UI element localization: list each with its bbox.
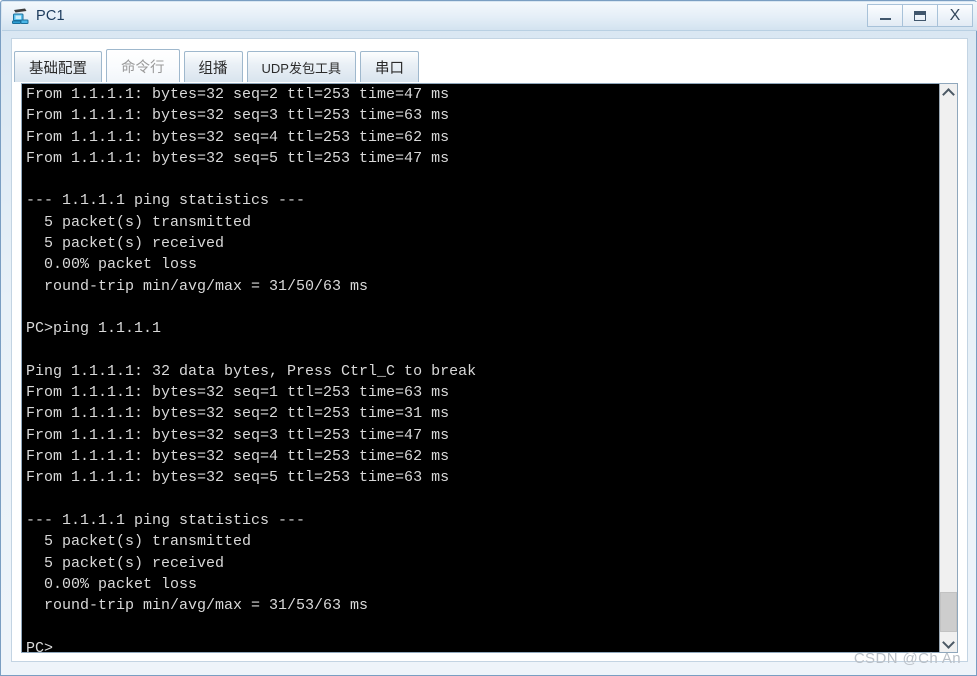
terminal-line: round-trip min/avg/max = 31/50/63 ms — [26, 277, 369, 295]
terminal-line: --- 1.1.1.1 ping statistics --- — [26, 511, 306, 529]
tab-udp-tool[interactable]: UDP发包工具 — [246, 51, 356, 82]
terminal-line: PC> — [26, 639, 54, 652]
tab-command-line[interactable]: 命令行 — [106, 49, 180, 82]
minimize-button[interactable] — [867, 4, 903, 27]
terminal-line: From 1.1.1.1: bytes=32 seq=5 ttl=253 tim… — [26, 469, 450, 487]
minimize-icon — [879, 17, 891, 20]
terminal-line: 0.00% packet loss — [26, 256, 198, 274]
window-controls: X — [867, 4, 973, 27]
terminal-line: --- 1.1.1.1 ping statistics --- — [26, 192, 306, 210]
terminal-line: From 1.1.1.1: bytes=32 seq=2 ttl=253 tim… — [26, 86, 450, 103]
terminal-line: From 1.1.1.1: bytes=32 seq=4 ttl=253 tim… — [26, 448, 450, 466]
terminal-line: From 1.1.1.1: bytes=32 seq=1 ttl=253 tim… — [26, 384, 450, 402]
pc-device-icon — [11, 6, 31, 26]
terminal-line: From 1.1.1.1: bytes=32 seq=4 ttl=253 tim… — [26, 128, 450, 146]
tab-label: UDP发包工具 — [261, 60, 341, 76]
tab-bar: 基础配置 命令行 组播 UDP发包工具 串口 — [14, 48, 423, 82]
terminal-line: 5 packet(s) transmitted — [26, 533, 252, 551]
scroll-up-button[interactable] — [940, 84, 957, 101]
terminal-line: round-trip min/avg/max = 31/53/63 ms — [26, 597, 369, 615]
close-icon: X — [949, 6, 961, 24]
terminal-line: From 1.1.1.1: bytes=32 seq=2 ttl=253 tim… — [26, 405, 450, 423]
terminal-line: From 1.1.1.1: bytes=32 seq=3 ttl=253 tim… — [26, 107, 450, 125]
tab-label: 组播 — [198, 60, 228, 77]
terminal-line: 5 packet(s) received — [26, 235, 225, 253]
chevron-up-icon — [942, 87, 955, 101]
close-button[interactable]: X — [937, 4, 973, 27]
window-title: PC1 — [36, 8, 65, 24]
terminal-panel: From 1.1.1.1: bytes=32 seq=2 ttl=253 tim… — [21, 83, 958, 653]
tab-multicast[interactable]: 组播 — [183, 51, 243, 82]
scroll-down-button[interactable] — [940, 635, 957, 652]
tab-serial-port[interactable]: 串口 — [359, 51, 419, 82]
terminal-line: PC>ping 1.1.1.1 — [26, 320, 162, 338]
terminal-line: From 1.1.1.1: bytes=32 seq=3 ttl=253 tim… — [26, 426, 450, 444]
tab-basic-config[interactable]: 基础配置 — [14, 51, 102, 82]
terminal-line: From 1.1.1.1: bytes=32 seq=5 ttl=253 tim… — [26, 149, 450, 167]
tab-label: 串口 — [374, 60, 404, 77]
terminal-output[interactable]: From 1.1.1.1: bytes=32 seq=2 ttl=253 tim… — [22, 84, 939, 652]
terminal-line: 0.00% packet loss — [26, 575, 198, 593]
tab-label: 基础配置 — [29, 60, 87, 77]
tab-label: 命令行 — [121, 59, 165, 76]
terminal-line: 5 packet(s) received — [26, 554, 225, 572]
scrollbar-thumb[interactable] — [940, 592, 957, 632]
title-bar[interactable]: PC1 X — [2, 2, 977, 31]
chevron-down-icon — [942, 635, 955, 649]
terminal-scrollbar[interactable] — [939, 83, 958, 653]
maximize-icon — [914, 10, 926, 21]
pc1-window: PC1 X 基础配置 命令行 组播 UDP发包工具 串口 From 1.1.1.… — [0, 0, 977, 676]
terminal-line: Ping 1.1.1.1: 32 data bytes, Press Ctrl_… — [26, 362, 477, 380]
maximize-button[interactable] — [902, 4, 938, 27]
terminal-line: 5 packet(s) transmitted — [26, 213, 252, 231]
